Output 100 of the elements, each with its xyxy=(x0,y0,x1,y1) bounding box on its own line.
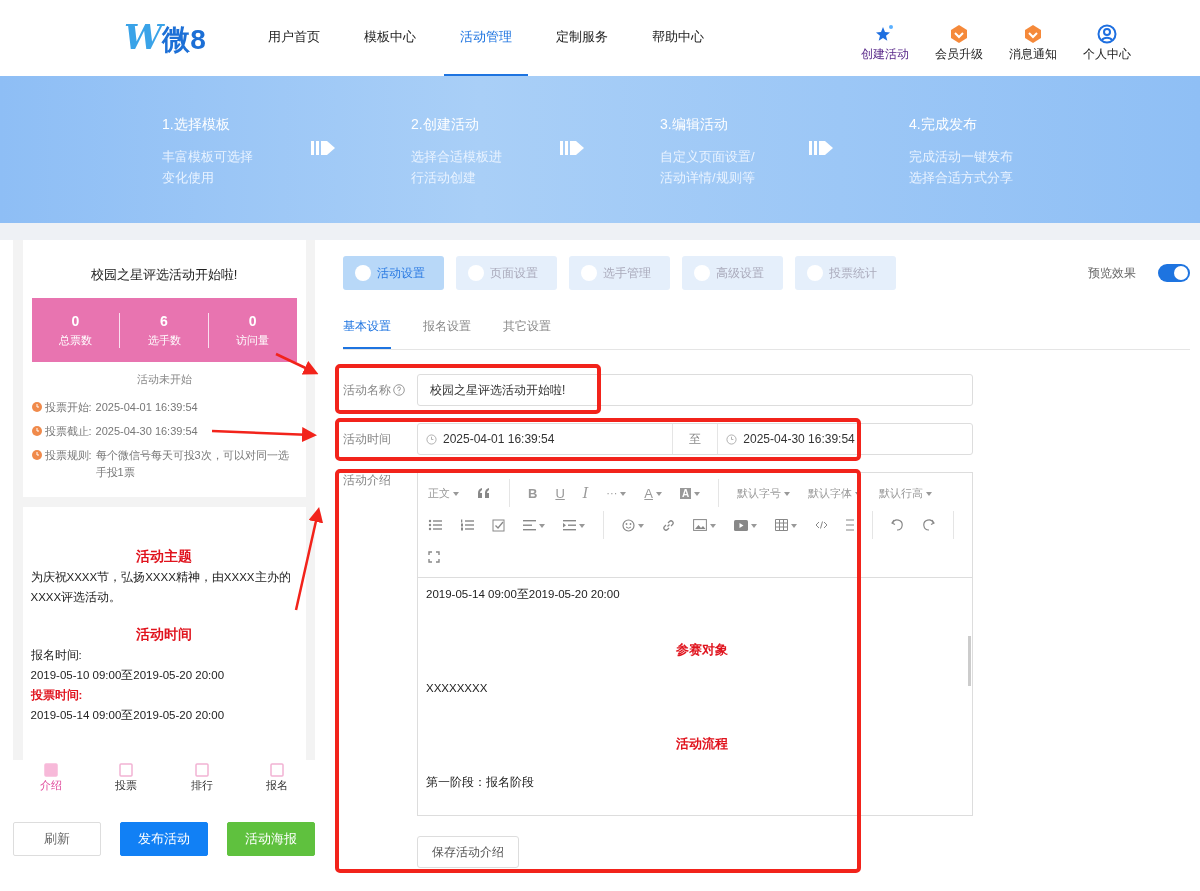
section-heading: 活动流程 xyxy=(676,736,729,752)
step-description: 活动详情/规则等 xyxy=(660,169,756,187)
content-text: 为庆祝XXXX节，弘扬XXXX精神，由XXXX主办的XXXX评选活动。 xyxy=(30,570,292,605)
undo-icon[interactable] xyxy=(891,519,904,531)
align-dropdown[interactable] xyxy=(523,519,545,531)
phone-tab[interactable]: 介绍 xyxy=(13,760,89,800)
sub-tab[interactable]: 基本设置 xyxy=(343,308,391,349)
badge-icon[interactable] xyxy=(1023,23,1043,44)
help-icon[interactable] xyxy=(393,384,405,396)
info-label: 投票规则: xyxy=(44,448,92,463)
phone-tab[interactable]: 排行 xyxy=(164,760,240,800)
header-action-label[interactable]: 消息通知 xyxy=(1009,45,1057,63)
field-label: 活动名称 xyxy=(343,381,392,399)
bold-button[interactable]: B xyxy=(528,485,538,501)
section-heading: 活动时间 xyxy=(135,626,193,644)
font-color-dropdown[interactable]: A xyxy=(644,485,662,501)
clock-icon xyxy=(31,426,42,436)
font-size-dropdown[interactable]: 默认字号 xyxy=(737,485,791,501)
table-dropdown[interactable] xyxy=(775,519,797,531)
more-dropdown[interactable]: ··· xyxy=(606,487,627,499)
field-label: 活动时间 xyxy=(343,430,392,448)
section-heading: 活动主题 xyxy=(135,548,193,566)
font-family-dropdown[interactable]: 默认字体 xyxy=(808,485,862,501)
info-label: 投票开始: xyxy=(44,400,92,415)
content-text: 2019-05-14 09:00至2019-05-20 20:00 xyxy=(426,587,621,602)
section-heading: 参赛对象 xyxy=(676,642,729,658)
preview-toggle[interactable] xyxy=(1158,264,1190,282)
content-text: 第一阶段：报名阶段 xyxy=(426,775,535,790)
bullet-list-icon[interactable] xyxy=(428,519,442,531)
video-dropdown[interactable] xyxy=(734,519,757,531)
step-title: 2.创建活动 xyxy=(411,116,480,134)
stat-value: 6 xyxy=(159,312,169,329)
step-description: 丰富模板可选择 xyxy=(162,148,254,166)
tab-icon xyxy=(193,762,210,778)
step-description: 选择合适模板进 xyxy=(411,148,503,166)
header-action-label[interactable]: 创建活动 xyxy=(861,45,909,63)
indent-dropdown[interactable] xyxy=(563,519,585,531)
clock-icon xyxy=(31,402,42,412)
fullscreen-icon[interactable] xyxy=(428,551,440,563)
logo[interactable]: W微8 xyxy=(124,17,234,59)
stat-label: 选手数 xyxy=(146,332,182,348)
user-icon[interactable] xyxy=(1097,23,1117,44)
step-description: 自定义页面设置/ xyxy=(660,148,756,166)
step-description: 选择合适方式分享 xyxy=(909,169,1014,187)
header-action-label[interactable]: 会员升级 xyxy=(935,45,983,63)
toggle-label: 预览效果 xyxy=(1088,264,1136,282)
name-input[interactable]: 校园之星评选活动开始啦! xyxy=(417,374,973,406)
phone-tab[interactable]: 投票 xyxy=(88,760,164,800)
code-icon[interactable] xyxy=(815,520,828,530)
sub-tab[interactable]: 报名设置 xyxy=(423,308,471,349)
tab-icon xyxy=(42,762,59,778)
nav-link[interactable]: 定制服务 xyxy=(540,0,624,76)
numbered-list-icon[interactable] xyxy=(460,519,474,531)
nav-link[interactable]: 模板中心 xyxy=(348,0,432,76)
tab-icon xyxy=(118,762,135,778)
sub-tab[interactable]: 其它设置 xyxy=(503,308,551,349)
quote-icon[interactable] xyxy=(477,487,491,499)
step-title: 3.编辑活动 xyxy=(660,116,729,134)
italic-button[interactable]: I xyxy=(582,485,589,501)
settings-tab[interactable]: 活动设置 xyxy=(343,256,444,290)
checkbox-icon[interactable] xyxy=(492,518,505,532)
field-label: 活动介绍 xyxy=(343,472,392,489)
action-button[interactable]: 刷新 xyxy=(13,822,101,856)
content-text: 2019-05-10 09:00至2019-05-20 20:00 xyxy=(30,668,226,683)
step-description: 变化使用 xyxy=(162,169,215,187)
info-label: 投票截止: xyxy=(44,424,92,439)
format-dropdown[interactable]: 正文 xyxy=(428,485,459,501)
activity-status: 活动未开始 xyxy=(135,372,193,387)
content-text: XXXXXXXX xyxy=(426,681,489,696)
content-text: 报名时间: xyxy=(30,648,83,663)
header-action-label[interactable]: 个人中心 xyxy=(1083,45,1131,63)
nav-link[interactable]: 用户首页 xyxy=(252,0,336,76)
badge-icon[interactable] xyxy=(949,23,969,44)
info-value: 2025-04-30 16:39:54 xyxy=(95,424,198,439)
redo-icon[interactable] xyxy=(922,519,935,531)
content-text: 2019-05-14 09:00至2019-05-20 20:00 xyxy=(30,708,226,723)
link-icon[interactable] xyxy=(662,518,675,532)
nav-link[interactable]: 帮助中心 xyxy=(636,0,720,76)
stat-value: 0 xyxy=(70,312,81,329)
step-description: 行活动创建 xyxy=(411,169,477,187)
action-button[interactable]: 发布活动 xyxy=(120,822,208,856)
image-dropdown[interactable] xyxy=(693,519,716,531)
tab-icon xyxy=(269,762,286,778)
phone-tab[interactable]: 报名 xyxy=(239,760,315,800)
stat-label: 总票数 xyxy=(57,332,93,348)
underline-button[interactable]: U xyxy=(555,485,565,501)
scrollbar[interactable] xyxy=(968,636,971,686)
editor-content[interactable]: 2019-05-14 09:00至2019-05-20 20:00 参赛对象 XXXXXXXX 活动流程 第一阶段：报名阶段 xyxy=(418,578,972,815)
info-value: 2025-04-01 16:39:54 xyxy=(95,400,198,415)
step-title: 1.选择模板 xyxy=(162,116,231,134)
stat-value: 0 xyxy=(247,312,258,329)
annotation-arrow xyxy=(275,352,319,375)
save-button[interactable]: 保存活动介绍 xyxy=(417,836,519,868)
content-text: 投票时间: xyxy=(30,688,84,703)
info-value: 每个微信号每天可投3次，可以对同一选手投1票 xyxy=(95,448,290,480)
clock-icon xyxy=(31,450,42,460)
activity-title: 校园之星评选活动开始啦! xyxy=(89,266,239,284)
stat-label: 访问量 xyxy=(235,332,271,348)
emoji-dropdown[interactable] xyxy=(622,518,644,532)
line-height-dropdown[interactable]: 默认行高 xyxy=(879,485,933,501)
